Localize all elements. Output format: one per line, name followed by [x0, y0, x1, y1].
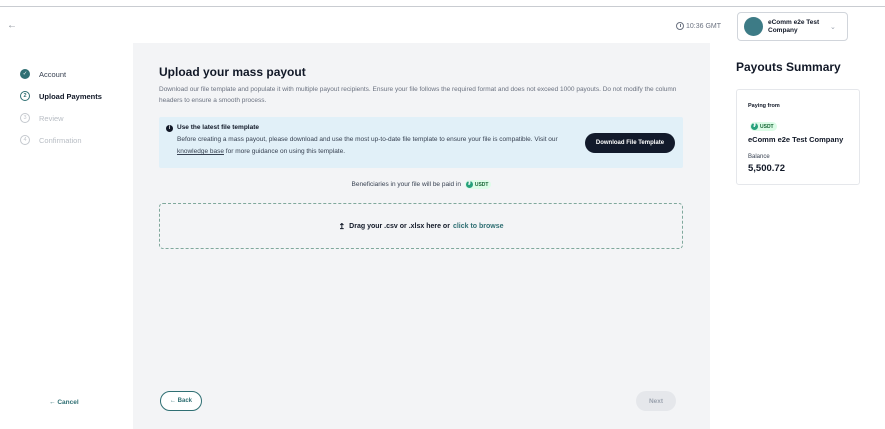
summary-company: eComm e2e Test Company [748, 135, 844, 144]
arrow-left-icon[interactable]: ← [7, 20, 17, 31]
summary-currency: ₮ USDT [748, 118, 777, 136]
step-number: 2 [20, 91, 30, 101]
step-confirmation: 4 Confirmation [20, 129, 102, 151]
page-description: Download our file template and populate … [159, 86, 677, 104]
balance-value: 5,500.72 [748, 163, 785, 174]
account-name: eComm e2e Test Company [768, 18, 820, 34]
drop-text: Drag your .csv or .xlsx here or [349, 222, 450, 230]
step-account[interactable]: ✓ Account [20, 63, 102, 85]
tether-icon: ₮ [751, 123, 758, 131]
download-template-button[interactable]: Download File Template [585, 133, 675, 153]
info-text-before: Before creating a mass payout, please do… [177, 136, 558, 143]
step-number: 3 [20, 113, 30, 123]
upload-panel: Upload your mass payout Download our fil… [133, 43, 710, 429]
summary-card: Paying from ₮ USDT eComm e2e Test Compan… [736, 89, 860, 185]
cancel-label: Cancel [57, 399, 79, 406]
info-text-after: for more guidance on using this template… [225, 148, 346, 155]
chevron-down-icon: ⌄ [830, 23, 836, 31]
summary-title: Payouts Summary [736, 60, 841, 74]
balance-label: Balance [748, 154, 770, 160]
step-review: 3 Review [20, 107, 102, 129]
step-number: 4 [20, 135, 30, 145]
step-label: Review [39, 113, 64, 123]
arrow-left-icon: ← [49, 399, 56, 406]
info-heading: Use the latest file template [177, 124, 259, 131]
back-label: Back [177, 398, 192, 404]
file-drop-zone[interactable]: ↥ Drag your .csv or .xlsx here or click … [159, 203, 683, 249]
clock-time: 10:36 GMT [676, 22, 721, 30]
check-icon: ✓ [20, 69, 30, 79]
paying-from-label: Paying from [748, 103, 780, 109]
beneficiaries-note: Beneficiaries in your file will be paid … [133, 180, 710, 189]
currency-code: USDT [474, 181, 489, 188]
next-button[interactable]: Next [636, 391, 676, 411]
beneficiaries-text: Beneficiaries in your file will be paid … [351, 181, 462, 189]
time-text: 10:36 GMT [686, 22, 722, 30]
browse-link[interactable]: click to browse [453, 223, 504, 230]
step-label: Confirmation [39, 135, 82, 145]
top-divider [0, 0, 885, 7]
currency-code: USDT [760, 123, 774, 130]
knowledge-base-link[interactable]: knowledge base [177, 148, 224, 155]
cancel-button[interactable]: ← Cancel [49, 399, 79, 406]
info-icon: i [166, 125, 173, 132]
step-upload-payments[interactable]: 2 Upload Payments [20, 85, 102, 107]
step-label: Upload Payments [39, 91, 102, 101]
currency-badge: ₮ USDT [750, 122, 777, 132]
step-label: Account [39, 69, 67, 79]
tether-icon: ₮ [465, 181, 473, 188]
steps-nav: ✓ Account 2 Upload Payments 3 Review 4 C… [20, 63, 102, 151]
template-info-banner: i Use the latest file template Before cr… [159, 117, 683, 168]
account-switcher[interactable]: eComm e2e Test Company ⌄ [737, 12, 848, 41]
back-button[interactable]: ← Back [160, 391, 202, 411]
info-text: Before creating a mass payout, please do… [177, 134, 572, 158]
avatar [744, 17, 763, 36]
clock-icon [676, 22, 684, 30]
page-title: Upload your mass payout [159, 65, 306, 79]
arrow-left-icon: ← [169, 398, 178, 404]
currency-badge: ₮ USDT [464, 180, 492, 189]
upload-icon: ↥ [338, 221, 346, 231]
